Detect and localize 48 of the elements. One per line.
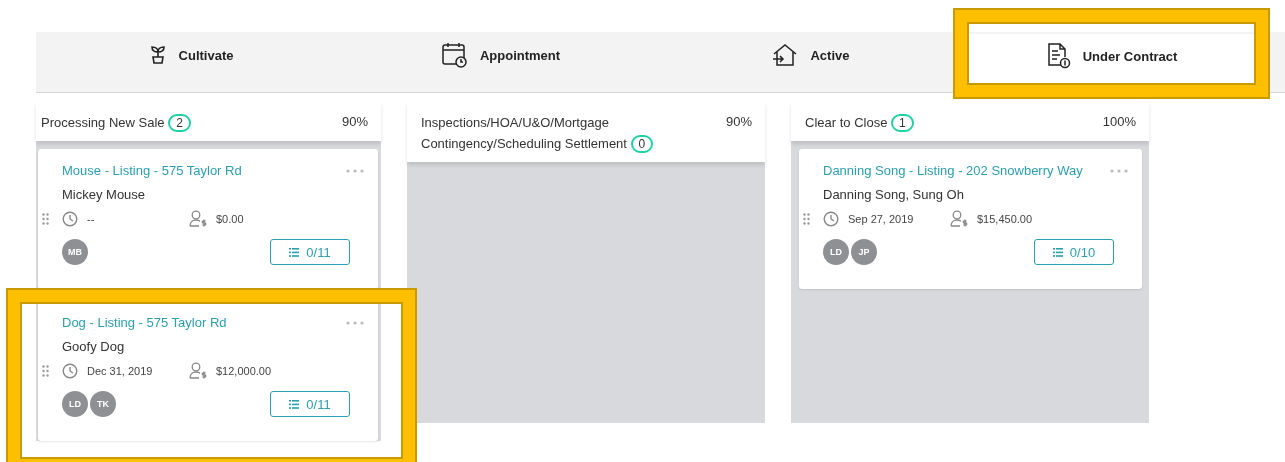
drag-handle-icon[interactable] bbox=[803, 213, 810, 225]
deal-card[interactable]: Mouse - Listing - 575 Taylor Rd Mickey Mouse -- $0.00 MB 0/11 bbox=[38, 149, 378, 289]
list-icon bbox=[1052, 247, 1063, 257]
close-date: Dec 31, 2019 bbox=[87, 364, 153, 377]
deal-amount: $12,000.00 bbox=[216, 364, 272, 377]
agent-avatar: LD bbox=[62, 391, 88, 417]
count-badge: 0 bbox=[630, 135, 654, 153]
document-dollar-icon bbox=[1046, 43, 1071, 69]
tab[interactable]: Active bbox=[656, 32, 966, 92]
more-icon[interactable] bbox=[346, 168, 364, 173]
close-date: -- bbox=[87, 212, 95, 225]
column-percent: 90% bbox=[725, 113, 752, 131]
clock-icon bbox=[62, 362, 78, 379]
plant-icon bbox=[148, 45, 167, 65]
person-dollar-icon bbox=[189, 210, 207, 227]
client-names: Danning Song, Sung Oh bbox=[823, 187, 965, 202]
calendar-clock-icon bbox=[441, 42, 468, 68]
deal-amount: $15,450.00 bbox=[977, 212, 1033, 225]
column-percent: 100% bbox=[1102, 113, 1136, 131]
agent-avatar: LD bbox=[823, 239, 849, 265]
column-title: Inspections/HOA/U&O/Mortgage Contingency/Scheduling Settlement 0 bbox=[421, 112, 701, 154]
agent-avatar: JP bbox=[851, 239, 877, 265]
person-dollar-icon bbox=[950, 210, 968, 227]
close-date: Sep 27, 2019 bbox=[848, 212, 914, 225]
deal-card[interactable]: Dog - Listing - 575 Taylor Rd Goofy Dog Dec 31, 2019 $12,000.00 LD TK 0/11 bbox=[38, 301, 378, 441]
client-names: Goofy Dog bbox=[62, 339, 126, 354]
count-badge: 2 bbox=[168, 114, 191, 132]
list-icon bbox=[289, 247, 300, 257]
agent-avatar: TK bbox=[90, 391, 116, 417]
drag-handle-icon[interactable] bbox=[42, 365, 49, 377]
column-title: Clear to Close 1 bbox=[805, 112, 914, 133]
person-dollar-icon bbox=[189, 362, 207, 379]
more-icon[interactable] bbox=[1110, 168, 1128, 173]
deal-amount: $0.00 bbox=[216, 212, 244, 225]
tab[interactable]: Appointment bbox=[346, 32, 656, 92]
agent-avatar: MB bbox=[62, 239, 88, 265]
client-names: Mickey Mouse bbox=[62, 187, 147, 202]
drag-handle-icon[interactable] bbox=[42, 213, 49, 225]
count-badge: 1 bbox=[891, 114, 914, 132]
tab[interactable]: Cultivate bbox=[36, 32, 346, 92]
column-title: Processing New Sale 2 bbox=[41, 112, 191, 133]
more-icon[interactable] bbox=[346, 320, 364, 325]
list-icon bbox=[289, 399, 300, 409]
deal-card[interactable]: Danning Song - Listing - 202 Snowberry Way Danning Song, Sung Oh Sep 27, 2019 $15,450.00 LD JP 0/10 bbox=[799, 149, 1142, 289]
clock-icon bbox=[62, 210, 78, 227]
clock-icon bbox=[823, 210, 839, 227]
column-percent: 90% bbox=[341, 113, 368, 131]
house-arrow-icon bbox=[772, 43, 799, 67]
